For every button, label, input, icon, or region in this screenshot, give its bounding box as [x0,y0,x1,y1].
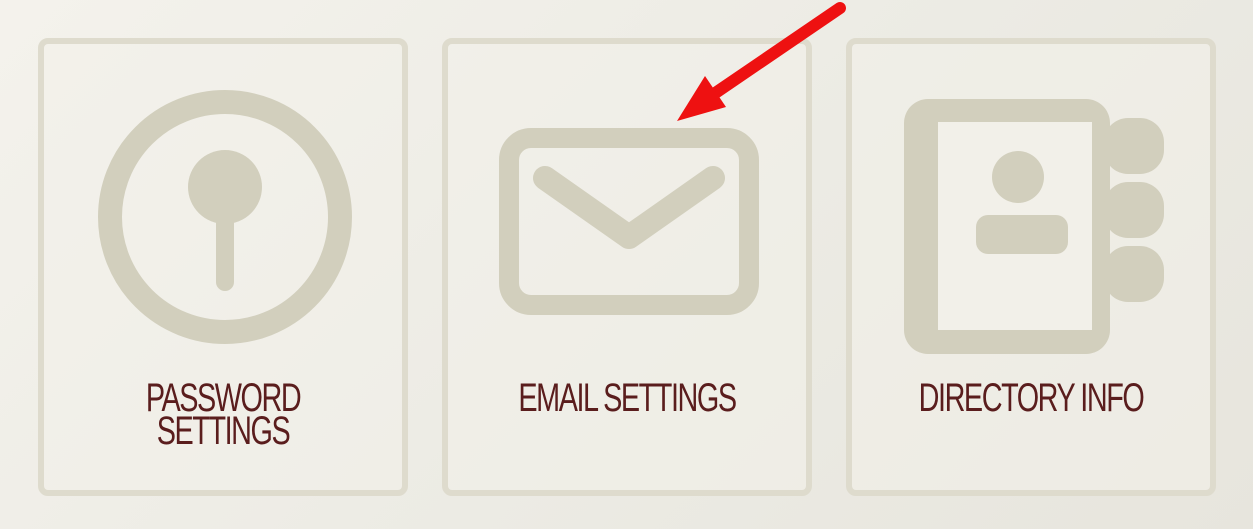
password-settings-label: PASSWORD SETTINGS [145,376,302,453]
directory-info-label: DIRECTORY INFO [918,376,1145,420]
envelope-icon [499,128,759,315]
email-settings-tile[interactable]: EMAIL SETTINGS [442,38,812,496]
address-book-icon [904,99,1164,354]
directory-info-tile[interactable]: DIRECTORY INFO [846,38,1216,496]
keyhole-icon [98,90,352,344]
password-settings-tile[interactable]: PASSWORD SETTINGS [38,38,408,496]
email-settings-label: EMAIL SETTINGS [518,376,737,420]
